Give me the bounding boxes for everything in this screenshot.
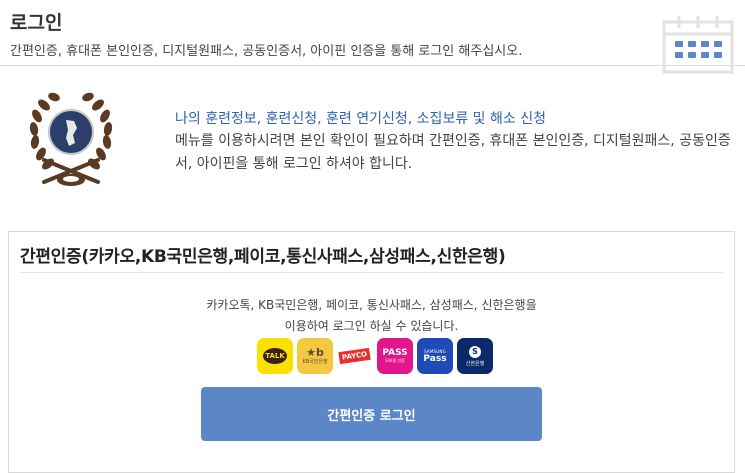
pass-label: PASS <box>382 348 408 358</box>
description-line-2: 이용하여 로그인 하실 수 있습니다. <box>284 319 459 333</box>
payco-label: PAYCO <box>338 347 372 365</box>
kb-mark: ★b <box>306 345 324 359</box>
info-text: 메뉴를 이용하시려면 본인 확인이 필요하며 간편인증, 휴대폰 본인인증, 디… <box>175 133 731 172</box>
payco-icon: PAYCO <box>337 338 373 374</box>
simple-auth-panel: 간편인증(카카오,KB국민은행,페이코,통신사패스,삼성패스,신한은행) 카카오… <box>8 231 735 473</box>
kb-bank-icon: ★b KB국민은행 <box>297 338 333 374</box>
page-title: 로그인 <box>10 12 63 34</box>
calendar-icon <box>662 16 734 74</box>
samsung-pass-icon: SAMSUNG Pass <box>417 338 453 374</box>
pass-sub-label: 모바일 인증 <box>385 358 405 363</box>
shinhan-mark: S <box>469 345 481 358</box>
description-line-1: 카카오톡, KB국민은행, 페이코, 통신사패스, 삼성패스, 신한은행을 <box>206 298 537 312</box>
kakao-talk-label: TALK <box>263 348 287 364</box>
samsung-pass-label: Pass <box>423 353 447 364</box>
reserve-forces-emblem <box>29 92 113 186</box>
page-subtitle: 간편인증, 휴대폰 본인인증, 디지털원패스, 공동인증서, 아이핀 인증을 통… <box>10 44 523 59</box>
kakao-talk-icon: TALK <box>257 338 293 374</box>
simple-auth-login-button[interactable]: 간편인증 로그인 <box>201 387 542 441</box>
shinhan-bank-icon: S 신한은행 <box>457 338 493 374</box>
simple-auth-description: 카카오톡, KB국민은행, 페이코, 통신사패스, 삼성패스, 신한은행을 이용… <box>9 295 734 337</box>
shinhan-label: 신한은행 <box>465 360 485 367</box>
info-highlight: 나의 훈련정보, 훈련신청, 훈련 연기신청, 소집보류 및 해소 신청 <box>175 111 546 127</box>
simple-auth-divider <box>20 272 723 273</box>
header-divider <box>0 65 745 66</box>
simple-auth-title: 간편인증(카카오,KB국민은행,페이코,통신사패스,삼성패스,신한은행) <box>20 247 506 267</box>
kb-label: KB국민은행 <box>302 358 328 365</box>
pass-icon: PASS 모바일 인증 <box>377 338 413 374</box>
provider-icon-row: TALK ★b KB국민은행 PAYCO PASS 모바일 인증 SAMSUNG… <box>257 338 493 374</box>
